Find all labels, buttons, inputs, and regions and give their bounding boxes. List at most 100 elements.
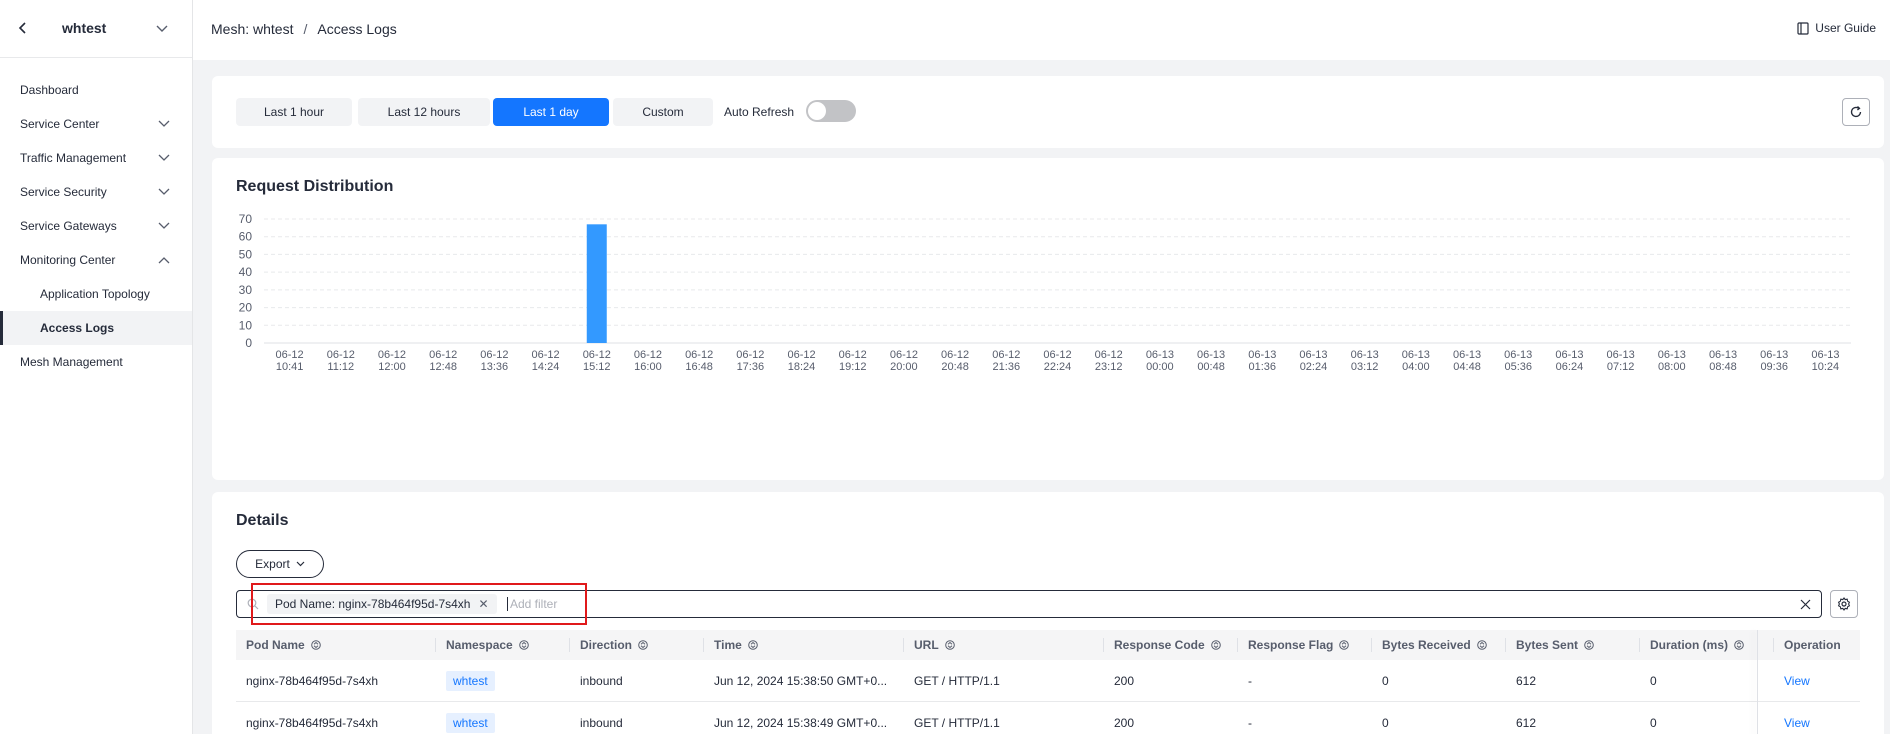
sidebar-item-service-gateways[interactable]: Service Gateways <box>0 209 192 243</box>
cell-value: inbound <box>580 674 623 688</box>
sort-icon[interactable] <box>1584 640 1594 650</box>
sidebar-item-traffic-management[interactable]: Traffic Management <box>0 141 192 175</box>
back-arrow-icon[interactable] <box>16 21 30 35</box>
column-header-bytes-received[interactable]: Bytes Received <box>1372 630 1506 660</box>
sort-icon[interactable] <box>1476 640 1487 650</box>
column-header-namespace[interactable]: Namespace <box>436 630 570 660</box>
close-icon[interactable] <box>1800 599 1811 610</box>
time-option-label: Last 12 hours <box>387 105 461 119</box>
cell-url: GET / HTTP/1.1 <box>904 702 1104 734</box>
y-tick-label: 60 <box>239 230 253 244</box>
sort-icon[interactable] <box>747 640 758 650</box>
column-header-label: Pod Name <box>246 638 305 652</box>
sidebar-item-service-center[interactable]: Service Center <box>0 107 192 141</box>
x-tick-label-time: 08:00 <box>1658 361 1686 373</box>
x-tick-label-date: 06-12 <box>839 349 867 361</box>
x-tick-label-date: 06-13 <box>1607 349 1635 361</box>
y-tick-label: 30 <box>239 283 253 297</box>
cell-value: 0 <box>1382 674 1389 688</box>
toggle-knob <box>808 102 826 120</box>
cell-direction: inbound <box>570 660 704 702</box>
cell-value: 0 <box>1650 716 1657 730</box>
namespace-tag: whtest <box>446 671 495 691</box>
cell-operation: View <box>1774 660 1874 702</box>
sidebar-item-dashboard[interactable]: Dashboard <box>0 73 192 107</box>
auto-refresh-toggle[interactable] <box>806 100 856 122</box>
cell-response-flag: - <box>1238 702 1372 734</box>
sort-icon[interactable] <box>310 640 321 650</box>
column-header-label: Operation <box>1784 638 1841 652</box>
user-guide-link[interactable]: User Guide <box>1797 21 1876 35</box>
y-tick-label: 70 <box>239 212 253 226</box>
column-header-direction[interactable]: Direction <box>570 630 704 660</box>
time-option-last-12-hours[interactable]: Last 12 hours <box>358 98 490 126</box>
column-header-time[interactable]: Time <box>704 630 904 660</box>
column-header-url[interactable]: URL <box>904 630 1104 660</box>
view-link[interactable]: View <box>1784 716 1810 730</box>
chevron-down-icon <box>158 120 170 127</box>
column-header-label: Duration (ms) <box>1650 638 1728 652</box>
x-tick-label-date: 06-12 <box>378 349 406 361</box>
cell-operation: View <box>1774 702 1874 734</box>
x-tick-label-time: 10:41 <box>276 361 304 373</box>
breadcrumb-current: Access Logs <box>317 21 397 37</box>
x-tick-label-time: 17:36 <box>737 361 765 373</box>
cell-duration-ms: 0 <box>1640 660 1774 702</box>
x-tick-label-time: 12:48 <box>429 361 457 373</box>
view-link[interactable]: View <box>1784 674 1810 688</box>
x-tick-label-time: 05:36 <box>1504 361 1532 373</box>
chevron-down-icon <box>158 222 170 229</box>
x-tick-label-date: 06-12 <box>736 349 764 361</box>
sort-icon[interactable] <box>1734 640 1744 650</box>
chevron-down-icon <box>296 561 305 567</box>
column-header-bytes-sent[interactable]: Bytes Sent <box>1506 630 1640 660</box>
cell-value: GET / HTTP/1.1 <box>914 716 1000 730</box>
mesh-selector-title[interactable]: whtest <box>62 20 106 36</box>
time-option-last-1-hour[interactable]: Last 1 hour <box>236 98 352 126</box>
column-header-duration-ms[interactable]: Duration (ms) <box>1640 630 1774 660</box>
user-guide-label: User Guide <box>1815 21 1876 35</box>
chevron-up-icon <box>158 257 170 264</box>
x-tick-label-time: 09:36 <box>1760 361 1788 373</box>
column-header-label: Direction <box>580 638 633 652</box>
y-tick-label: 0 <box>245 336 252 350</box>
export-button[interactable]: Export <box>236 550 324 578</box>
cell-response-code: 200 <box>1104 702 1238 734</box>
x-tick-label-date: 06-12 <box>685 349 713 361</box>
y-tick-label: 50 <box>239 247 253 261</box>
sort-icon[interactable] <box>638 640 648 650</box>
x-tick-label-date: 06-13 <box>1658 349 1686 361</box>
sort-icon[interactable] <box>1339 640 1350 650</box>
sidebar-item-mesh-management[interactable]: Mesh Management <box>0 345 192 379</box>
x-tick-label-date: 06-13 <box>1248 349 1276 361</box>
x-tick-label-date: 06-12 <box>327 349 355 361</box>
cell-response-flag: - <box>1238 660 1372 702</box>
request-distribution-card: Request Distribution 0 10 20 30 40 50 60 70 06-1… <box>212 158 1884 480</box>
table-settings-button[interactable] <box>1830 590 1858 618</box>
refresh-button[interactable] <box>1842 98 1870 126</box>
cell-value: 0 <box>1650 674 1657 688</box>
sidebar-item-application-topology[interactable]: Application Topology <box>0 277 192 311</box>
y-tick-label: 10 <box>239 318 253 332</box>
cell-value: inbound <box>580 716 623 730</box>
sort-icon[interactable] <box>944 640 955 650</box>
column-header-operation[interactable]: Operation <box>1774 630 1874 660</box>
x-tick-label-date: 06-13 <box>1402 349 1430 361</box>
y-tick-label: 40 <box>239 265 253 279</box>
time-option-custom[interactable]: Custom <box>613 98 713 126</box>
sidebar-item-service-security[interactable]: Service Security <box>0 175 192 209</box>
column-header-pod-name[interactable]: Pod Name <box>236 630 436 660</box>
column-header-response-code[interactable]: Response Code <box>1104 630 1238 660</box>
chevron-down-icon[interactable] <box>156 23 168 33</box>
sort-icon[interactable] <box>518 640 529 650</box>
column-header-response-flag[interactable]: Response Flag <box>1238 630 1372 660</box>
sort-icon[interactable] <box>1210 640 1221 650</box>
time-option-last-1-day[interactable]: Last 1 day <box>493 98 609 126</box>
x-tick-label-time: 16:48 <box>685 361 713 373</box>
x-tick-label-date: 06-13 <box>1555 349 1583 361</box>
sidebar-item-access-logs[interactable]: Access Logs <box>0 311 192 345</box>
sidebar: whtest Dashboard Service Center Traffic … <box>0 0 193 734</box>
breadcrumb-mesh[interactable]: Mesh: whtest <box>211 21 293 37</box>
x-tick-label-date: 06-12 <box>787 349 815 361</box>
sidebar-item-monitoring-center[interactable]: Monitoring Center <box>0 243 192 277</box>
